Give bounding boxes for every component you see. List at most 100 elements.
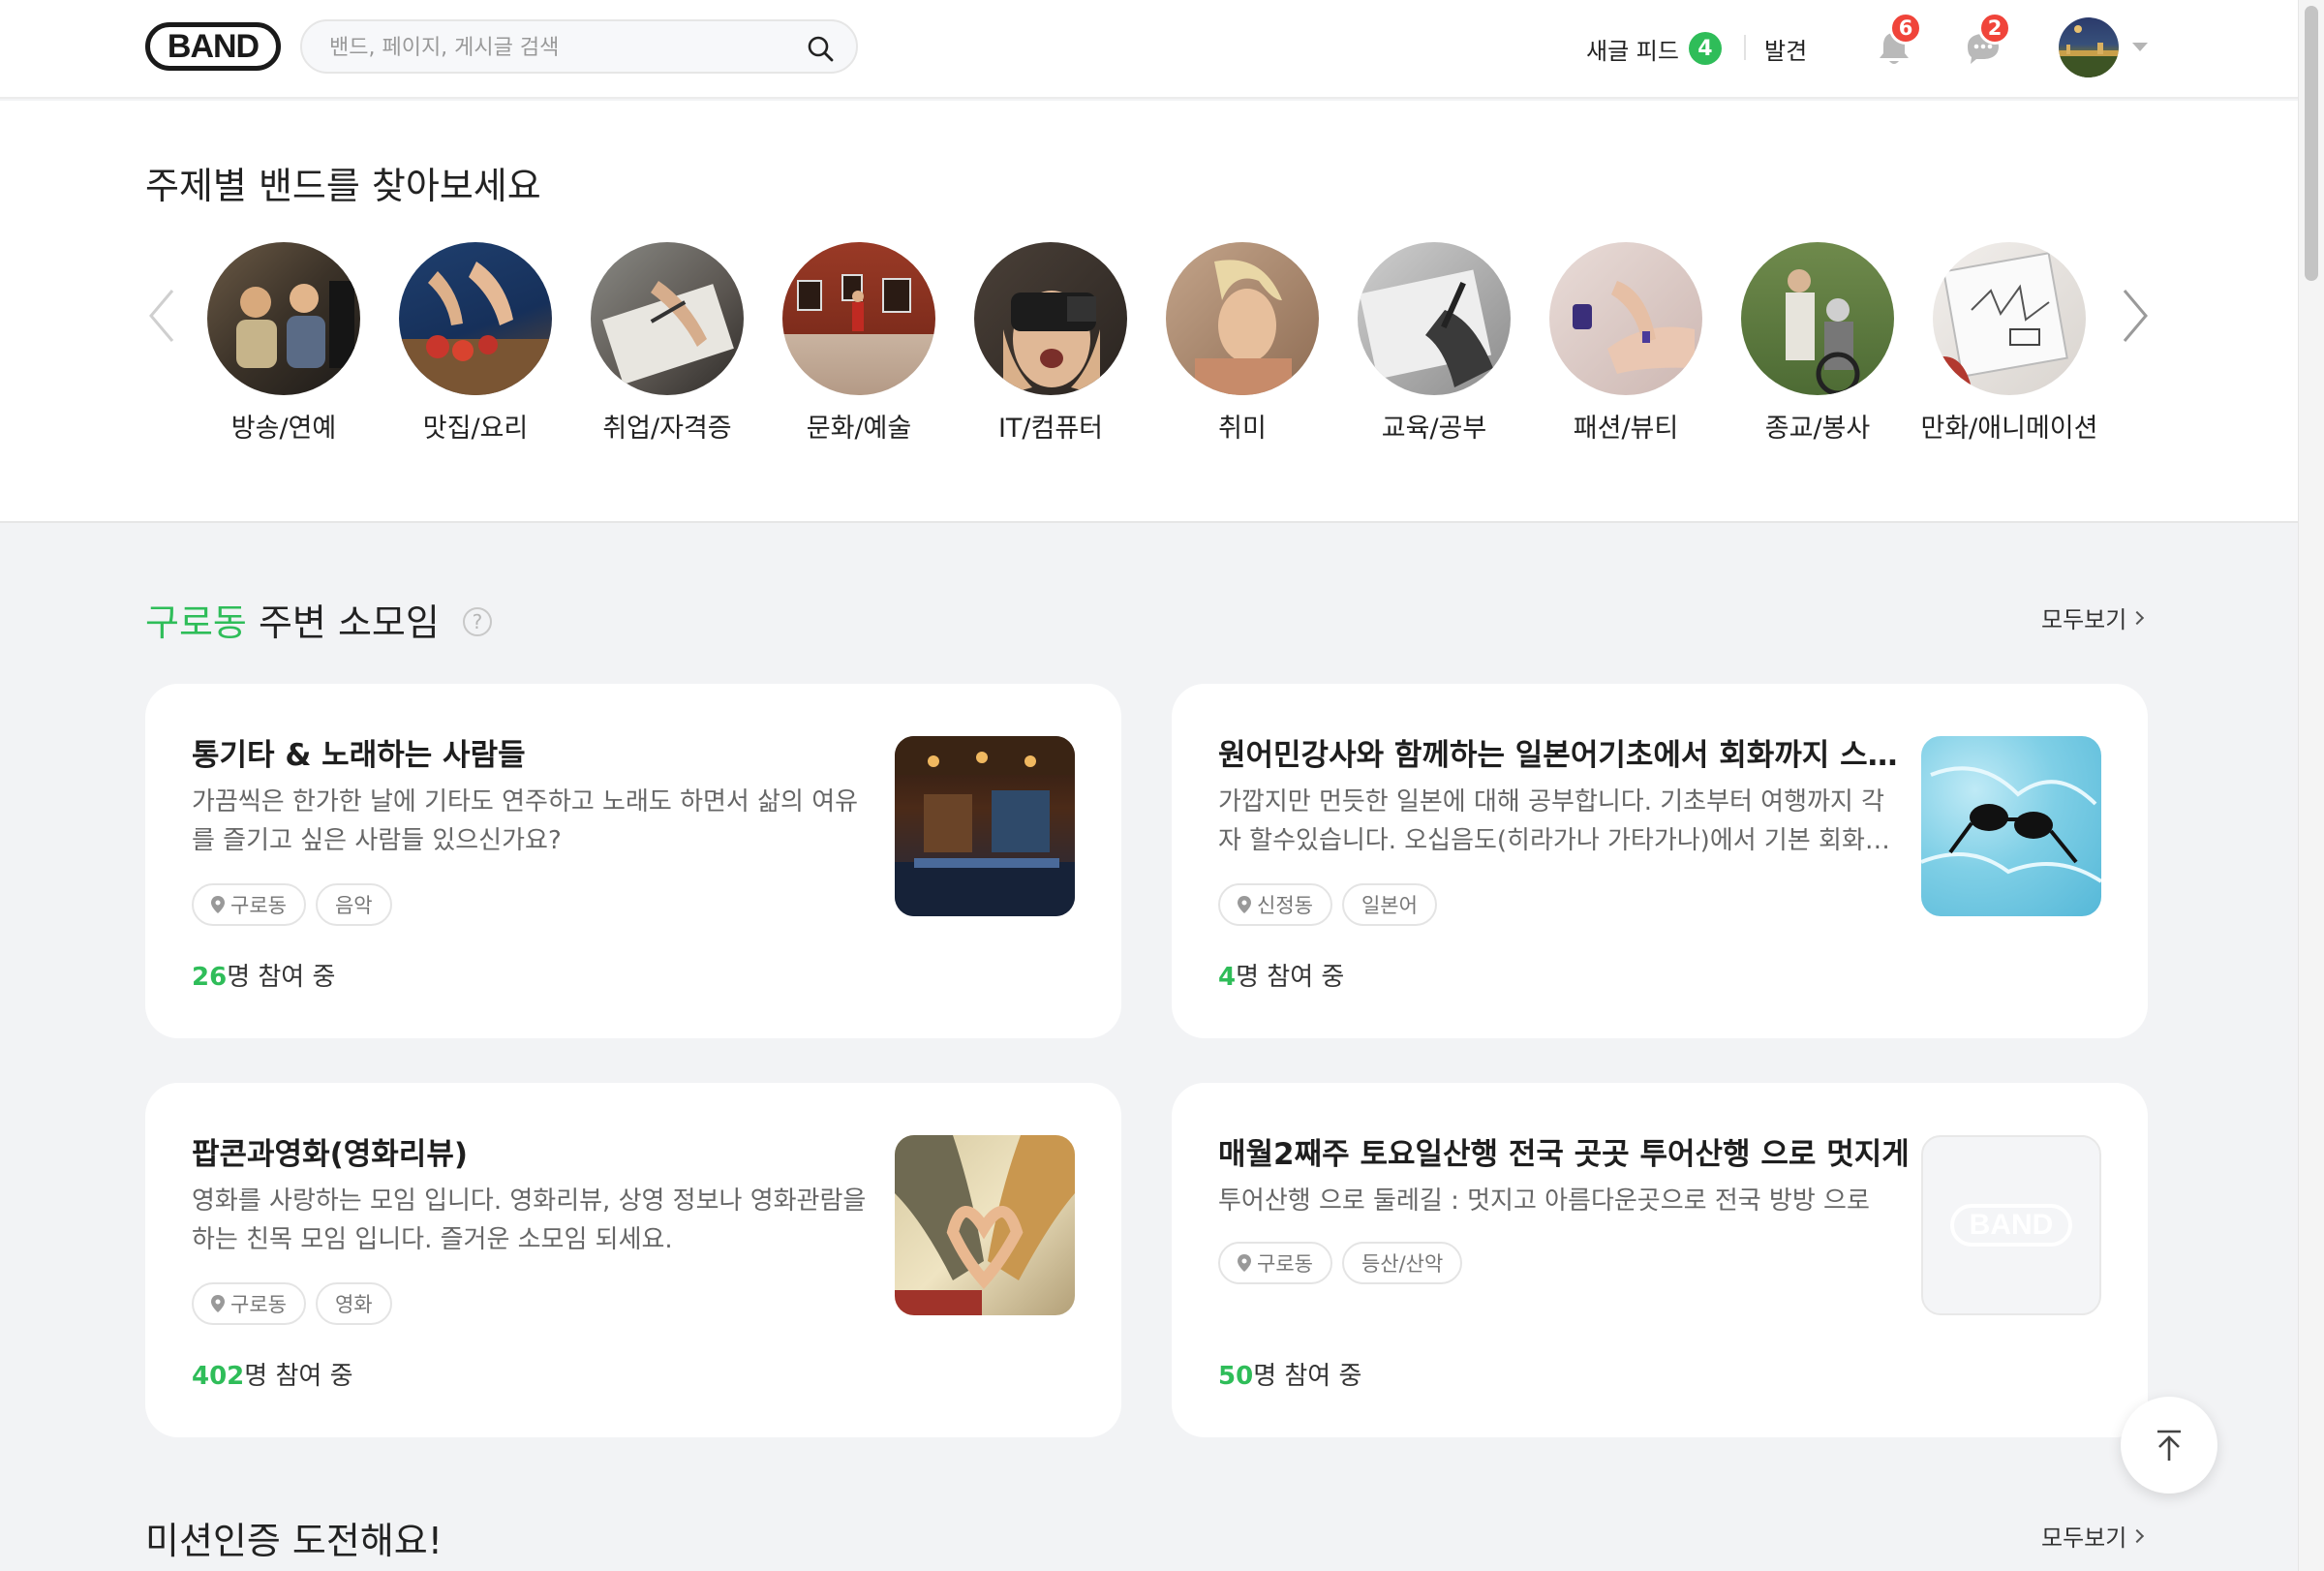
new-feed-count: 4: [1688, 32, 1722, 65]
category-tag[interactable]: 음악: [315, 883, 392, 926]
group-description: 가끔씩은 한가한 날에 기타도 연주하고 노래도 하면서 삶의 여유를 즐기고 …: [192, 787, 859, 855]
category-tag[interactable]: 영화: [315, 1282, 392, 1325]
header-divider: [1744, 35, 1746, 60]
location-tag[interactable]: 신정동: [1218, 883, 1332, 926]
topic-label: 맛집/요리: [422, 414, 529, 444]
group-description: 영화를 사랑하는 모임 입니다. 영화리뷰, 상영 정보나 영화관람을 하는 친…: [192, 1186, 867, 1254]
profile-avatar[interactable]: [2059, 17, 2119, 77]
member-count-number: 4: [1218, 963, 1237, 992]
group-description: 가깝지만 먼듯한 일본에 대해 공부합니다. 기초부터 여행까지 각자 할수있습…: [1218, 787, 1890, 855]
mission-see-all-link[interactable]: 모두보기: [2041, 1519, 2145, 1553]
member-count: 402명 참여 중: [192, 1356, 353, 1392]
topic-broadcast-image: [207, 242, 360, 395]
notifications-badge: 6: [1889, 12, 1922, 45]
band-logo[interactable]: BAND: [145, 22, 281, 71]
topic-comics-image: [1933, 242, 2086, 395]
topic-culture[interactable]: 문화/예술: [764, 242, 954, 447]
topic-section: 주제별 밴드를 찾아보세요 방송/연예 맛집/요리 취업/자격증 문화/예술 I…: [0, 101, 2298, 523]
location-pin-icon: [1238, 896, 1251, 913]
new-feed-link[interactable]: 새글 피드 4: [1586, 31, 1722, 66]
group-tags: 신정동 일본어: [1218, 883, 1437, 926]
member-count: 50명 참여 중: [1218, 1356, 1361, 1392]
topics-title: 주제별 밴드를 찾아보세요: [145, 165, 541, 207]
topic-fashion-image: [1549, 242, 1702, 395]
member-count: 26명 참여 중: [192, 957, 335, 993]
group-card[interactable]: 매월2째주 토요일산행 전국 곳곳 투어산행 으로 멋지게 투어산행 으로 둘레…: [1172, 1083, 2148, 1437]
topic-religion[interactable]: 종교/봉사: [1723, 242, 1912, 447]
nearby-see-all-link[interactable]: 모두보기: [2041, 601, 2145, 634]
group-thumbnail-placeholder: BAND: [1921, 1135, 2101, 1315]
category-tag[interactable]: 등산/산악: [1341, 1242, 1463, 1284]
topic-label: 방송/연예: [230, 414, 337, 444]
topic-food-image: [399, 242, 552, 395]
topic-religion-image: [1741, 242, 1894, 395]
next-arrow-icon[interactable]: [2115, 285, 2154, 347]
scrollbar-thumb[interactable]: [2305, 6, 2318, 281]
location-pin-icon: [211, 896, 225, 913]
help-icon[interactable]: ?: [462, 606, 492, 636]
new-feed-label: 새글 피드: [1586, 37, 1679, 65]
location-tag[interactable]: 구로동: [192, 1282, 306, 1325]
prev-arrow-icon[interactable]: [143, 285, 182, 347]
topic-it[interactable]: IT/컴퓨터: [956, 242, 1146, 447]
topic-career[interactable]: 취업/자격증: [572, 242, 762, 447]
group-card[interactable]: 원어민강사와 함께하는 일본어기초에서 회화까지 스터디 가깝지만 먼듯한 일본…: [1172, 684, 2148, 1038]
member-count-number: 26: [192, 963, 228, 992]
member-count-suffix: 명 참여 중: [244, 1362, 353, 1391]
group-card[interactable]: 팝콘과영화(영화리뷰) 영화를 사랑하는 모임 입니다. 영화리뷰, 상영 정보…: [145, 1083, 1121, 1437]
member-count-suffix: 명 참여 중: [227, 963, 336, 992]
group-title: 매월2째주 토요일산행 전국 곳곳 투어산행 으로 멋지게: [1218, 1137, 1910, 1172]
topic-education[interactable]: 교육/공부: [1339, 242, 1529, 447]
discover-link[interactable]: 발견: [1764, 31, 1807, 66]
arrow-up-icon: [2157, 1430, 2181, 1461]
location-pin-icon: [1238, 1254, 1251, 1272]
topic-hobby[interactable]: 취미: [1147, 242, 1337, 447]
search-input[interactable]: [329, 31, 784, 64]
band-placeholder-logo: BAND: [1950, 1204, 2072, 1247]
topic-label: 취미: [1218, 414, 1267, 444]
profile-dropdown-icon[interactable]: [2132, 43, 2148, 51]
topic-comics[interactable]: 만화/애니메이션: [1914, 242, 2104, 447]
group-thumbnail: [1921, 736, 2101, 916]
search-icon[interactable]: [806, 34, 835, 63]
chat-badge: 2: [1978, 12, 2011, 45]
topic-label: 만화/애니메이션: [1920, 414, 2098, 444]
topic-food[interactable]: 맛집/요리: [381, 242, 570, 447]
location-pin-icon: [211, 1295, 225, 1312]
member-count-suffix: 명 참여 중: [1253, 1362, 1362, 1391]
group-tags: 구로동 영화: [192, 1282, 392, 1325]
group-title: 통기타 & 노래하는 사람들: [192, 738, 526, 773]
nearby-section-title: 구로동 주변 소모임 ?: [145, 593, 492, 646]
page-scrollbar[interactable]: [2298, 0, 2324, 1571]
see-all-label: 모두보기: [2041, 606, 2127, 633]
group-thumbnail: [895, 1135, 1075, 1315]
topic-fashion[interactable]: 패션/뷰티: [1531, 242, 1721, 447]
topic-career-image: [591, 242, 744, 395]
see-all-label: 모두보기: [2041, 1525, 2127, 1552]
chevron-right-icon: [2130, 1528, 2145, 1543]
group-card[interactable]: 통기타 & 노래하는 사람들 가끔씩은 한가한 날에 기타도 연주하고 노래도 …: [145, 684, 1121, 1038]
location-tag[interactable]: 구로동: [192, 883, 306, 926]
location-tag-label: 구로동: [230, 1293, 287, 1316]
search-box[interactable]: [300, 19, 858, 74]
member-count-suffix: 명 참여 중: [1236, 963, 1345, 992]
topic-it-image: [974, 242, 1127, 395]
topic-label: IT/컴퓨터: [997, 414, 1104, 444]
top-header: BAND 새글 피드 4 발견 6 2: [0, 0, 2298, 99]
scroll-to-top-button[interactable]: [2121, 1397, 2217, 1494]
topic-education-image: [1358, 242, 1511, 395]
topic-label: 패션/뷰티: [1573, 414, 1679, 444]
nearby-location[interactable]: 구로동: [145, 601, 247, 644]
location-tag[interactable]: 구로동: [1218, 1242, 1332, 1284]
chevron-right-icon: [2130, 610, 2145, 625]
group-title: 팝콘과영화(영화리뷰): [192, 1137, 469, 1172]
topic-hobby-image: [1166, 242, 1319, 395]
category-tag[interactable]: 일본어: [1341, 883, 1437, 926]
group-tags: 구로동 음악: [192, 883, 392, 926]
nearby-title-suffix: 주변 소모임: [246, 601, 440, 644]
group-tags: 구로동 등산/산악: [1218, 1242, 1463, 1284]
topic-label: 교육/공부: [1381, 414, 1487, 444]
topic-label: 문화/예술: [806, 414, 912, 444]
topic-label: 종교/봉사: [1764, 414, 1871, 444]
topic-broadcast[interactable]: 방송/연예: [189, 242, 379, 447]
